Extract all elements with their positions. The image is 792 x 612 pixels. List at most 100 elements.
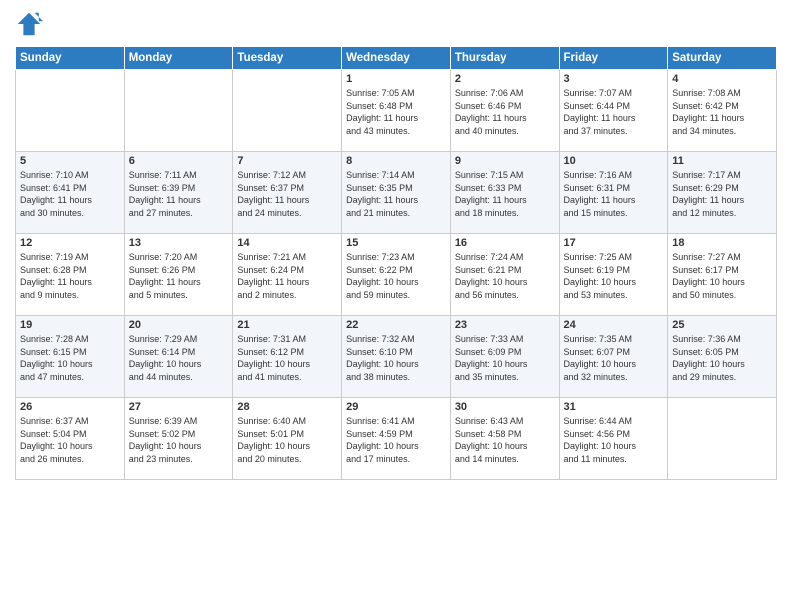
day-number: 12 <box>20 237 120 249</box>
day-cell-29: 29 Sunrise: 6:41 AM Sunset: 4:59 PM Dayli… <box>342 398 451 480</box>
day-cell-31: 31 Sunrise: 6:44 AM Sunset: 4:56 PM Dayli… <box>559 398 668 480</box>
day-info: Sunrise: 7:28 AM Sunset: 6:15 PM Dayligh… <box>20 333 120 383</box>
day-number: 28 <box>237 401 337 413</box>
day-cell-17: 17 Sunrise: 7:25 AM Sunset: 6:19 PM Dayli… <box>559 234 668 316</box>
weekday-header-saturday: Saturday <box>668 47 777 70</box>
day-info: Sunrise: 7:12 AM Sunset: 6:37 PM Dayligh… <box>237 169 337 219</box>
day-number: 24 <box>564 319 664 331</box>
day-cell-13: 13Sunrise: 7:20 AM Sunset: 6:26 PM Dayli… <box>124 234 233 316</box>
empty-cell <box>233 70 342 152</box>
day-number: 23 <box>455 319 555 331</box>
day-info: Sunrise: 6:40 AM Sunset: 5:01 PM Dayligh… <box>237 415 337 465</box>
day-info: Sunrise: 7:14 AM Sunset: 6:35 PM Dayligh… <box>346 169 446 219</box>
day-cell-21: 21Sunrise: 7:31 AM Sunset: 6:12 PM Dayli… <box>233 316 342 398</box>
day-number: 30 <box>455 401 555 413</box>
day-cell-20: 20 Sunrise: 7:29 AM Sunset: 6:14 PM Dayli… <box>124 316 233 398</box>
day-cell-1: 1 Sunrise: 7:05 AM Sunset: 6:48 PM Daylig… <box>342 70 451 152</box>
day-info: Sunrise: 7:05 AM Sunset: 6:48 PM Dayligh… <box>346 87 446 137</box>
week-row-5: 26 Sunrise: 6:37 AM Sunset: 5:04 PM Dayli… <box>16 398 777 480</box>
day-number: 18 <box>672 237 772 249</box>
day-cell-6: 6 Sunrise: 7:11 AM Sunset: 6:39 PM Daylig… <box>124 152 233 234</box>
day-cell-28: 28 Sunrise: 6:40 AM Sunset: 5:01 PM Dayli… <box>233 398 342 480</box>
day-info: Sunrise: 7:32 AM Sunset: 6:10 PM Dayligh… <box>346 333 446 383</box>
day-info: Sunrise: 6:44 AM Sunset: 4:56 PM Dayligh… <box>564 415 664 465</box>
day-number: 27 <box>129 401 229 413</box>
day-info: Sunrise: 6:39 AM Sunset: 5:02 PM Dayligh… <box>129 415 229 465</box>
day-number: 29 <box>346 401 446 413</box>
day-info: Sunrise: 7:19 AM Sunset: 6:28 PM Dayligh… <box>20 251 120 301</box>
day-cell-19: 19 Sunrise: 7:28 AM Sunset: 6:15 PM Dayli… <box>16 316 125 398</box>
day-info: Sunrise: 7:20 AM Sunset: 6:26 PM Dayligh… <box>129 251 229 301</box>
weekday-header-row: SundayMondayTuesdayWednesdayThursdayFrid… <box>16 47 777 70</box>
day-number: 10 <box>564 155 664 167</box>
day-cell-8: 8Sunrise: 7:14 AM Sunset: 6:35 PM Daylig… <box>342 152 451 234</box>
week-row-4: 19 Sunrise: 7:28 AM Sunset: 6:15 PM Dayli… <box>16 316 777 398</box>
day-info: Sunrise: 7:17 AM Sunset: 6:29 PM Dayligh… <box>672 169 772 219</box>
day-number: 7 <box>237 155 337 167</box>
logo <box>15 10 47 38</box>
day-cell-11: 11 Sunrise: 7:17 AM Sunset: 6:29 PM Dayli… <box>668 152 777 234</box>
week-row-1: 1 Sunrise: 7:05 AM Sunset: 6:48 PM Daylig… <box>16 70 777 152</box>
day-info: Sunrise: 7:07 AM Sunset: 6:44 PM Dayligh… <box>564 87 664 137</box>
day-info: Sunrise: 7:29 AM Sunset: 6:14 PM Dayligh… <box>129 333 229 383</box>
day-number: 1 <box>346 73 446 85</box>
logo-icon <box>15 10 43 38</box>
day-info: Sunrise: 7:24 AM Sunset: 6:21 PM Dayligh… <box>455 251 555 301</box>
day-number: 5 <box>20 155 120 167</box>
header <box>15 10 777 38</box>
day-cell-3: 3 Sunrise: 7:07 AM Sunset: 6:44 PM Daylig… <box>559 70 668 152</box>
calendar-table: SundayMondayTuesdayWednesdayThursdayFrid… <box>15 46 777 480</box>
day-info: Sunrise: 7:27 AM Sunset: 6:17 PM Dayligh… <box>672 251 772 301</box>
day-cell-9: 9 Sunrise: 7:15 AM Sunset: 6:33 PM Daylig… <box>450 152 559 234</box>
day-info: Sunrise: 6:37 AM Sunset: 5:04 PM Dayligh… <box>20 415 120 465</box>
day-number: 2 <box>455 73 555 85</box>
day-number: 19 <box>20 319 120 331</box>
day-cell-7: 7 Sunrise: 7:12 AM Sunset: 6:37 PM Daylig… <box>233 152 342 234</box>
day-cell-16: 16Sunrise: 7:24 AM Sunset: 6:21 PM Dayli… <box>450 234 559 316</box>
weekday-header-friday: Friday <box>559 47 668 70</box>
week-row-3: 12 Sunrise: 7:19 AM Sunset: 6:28 PM Dayli… <box>16 234 777 316</box>
day-number: 14 <box>237 237 337 249</box>
day-cell-27: 27 Sunrise: 6:39 AM Sunset: 5:02 PM Dayli… <box>124 398 233 480</box>
day-cell-22: 22 Sunrise: 7:32 AM Sunset: 6:10 PM Dayli… <box>342 316 451 398</box>
day-cell-5: 5 Sunrise: 7:10 AM Sunset: 6:41 PM Daylig… <box>16 152 125 234</box>
day-cell-4: 4Sunrise: 7:08 AM Sunset: 6:42 PM Daylig… <box>668 70 777 152</box>
day-info: Sunrise: 7:16 AM Sunset: 6:31 PM Dayligh… <box>564 169 664 219</box>
day-info: Sunrise: 6:43 AM Sunset: 4:58 PM Dayligh… <box>455 415 555 465</box>
day-info: Sunrise: 7:08 AM Sunset: 6:42 PM Dayligh… <box>672 87 772 137</box>
day-info: Sunrise: 7:35 AM Sunset: 6:07 PM Dayligh… <box>564 333 664 383</box>
day-number: 26 <box>20 401 120 413</box>
day-info: Sunrise: 7:23 AM Sunset: 6:22 PM Dayligh… <box>346 251 446 301</box>
day-number: 25 <box>672 319 772 331</box>
day-number: 31 <box>564 401 664 413</box>
week-row-2: 5 Sunrise: 7:10 AM Sunset: 6:41 PM Daylig… <box>16 152 777 234</box>
day-info: Sunrise: 7:31 AM Sunset: 6:12 PM Dayligh… <box>237 333 337 383</box>
empty-cell <box>16 70 125 152</box>
day-cell-26: 26 Sunrise: 6:37 AM Sunset: 5:04 PM Dayli… <box>16 398 125 480</box>
day-info: Sunrise: 7:15 AM Sunset: 6:33 PM Dayligh… <box>455 169 555 219</box>
weekday-header-monday: Monday <box>124 47 233 70</box>
day-number: 6 <box>129 155 229 167</box>
day-number: 3 <box>564 73 664 85</box>
day-number: 17 <box>564 237 664 249</box>
day-info: Sunrise: 7:11 AM Sunset: 6:39 PM Dayligh… <box>129 169 229 219</box>
day-info: Sunrise: 7:10 AM Sunset: 6:41 PM Dayligh… <box>20 169 120 219</box>
day-info: Sunrise: 7:06 AM Sunset: 6:46 PM Dayligh… <box>455 87 555 137</box>
day-info: Sunrise: 7:36 AM Sunset: 6:05 PM Dayligh… <box>672 333 772 383</box>
day-cell-25: 25 Sunrise: 7:36 AM Sunset: 6:05 PM Dayli… <box>668 316 777 398</box>
day-cell-10: 10 Sunrise: 7:16 AM Sunset: 6:31 PM Dayli… <box>559 152 668 234</box>
empty-cell <box>668 398 777 480</box>
day-number: 22 <box>346 319 446 331</box>
day-cell-23: 23Sunrise: 7:33 AM Sunset: 6:09 PM Dayli… <box>450 316 559 398</box>
day-info: Sunrise: 7:25 AM Sunset: 6:19 PM Dayligh… <box>564 251 664 301</box>
day-cell-12: 12 Sunrise: 7:19 AM Sunset: 6:28 PM Dayli… <box>16 234 125 316</box>
day-number: 20 <box>129 319 229 331</box>
day-info: Sunrise: 6:41 AM Sunset: 4:59 PM Dayligh… <box>346 415 446 465</box>
day-number: 11 <box>672 155 772 167</box>
day-cell-15: 15 Sunrise: 7:23 AM Sunset: 6:22 PM Dayli… <box>342 234 451 316</box>
weekday-header-wednesday: Wednesday <box>342 47 451 70</box>
day-cell-14: 14Sunrise: 7:21 AM Sunset: 6:24 PM Dayli… <box>233 234 342 316</box>
day-number: 15 <box>346 237 446 249</box>
day-number: 9 <box>455 155 555 167</box>
day-cell-30: 30 Sunrise: 6:43 AM Sunset: 4:58 PM Dayli… <box>450 398 559 480</box>
